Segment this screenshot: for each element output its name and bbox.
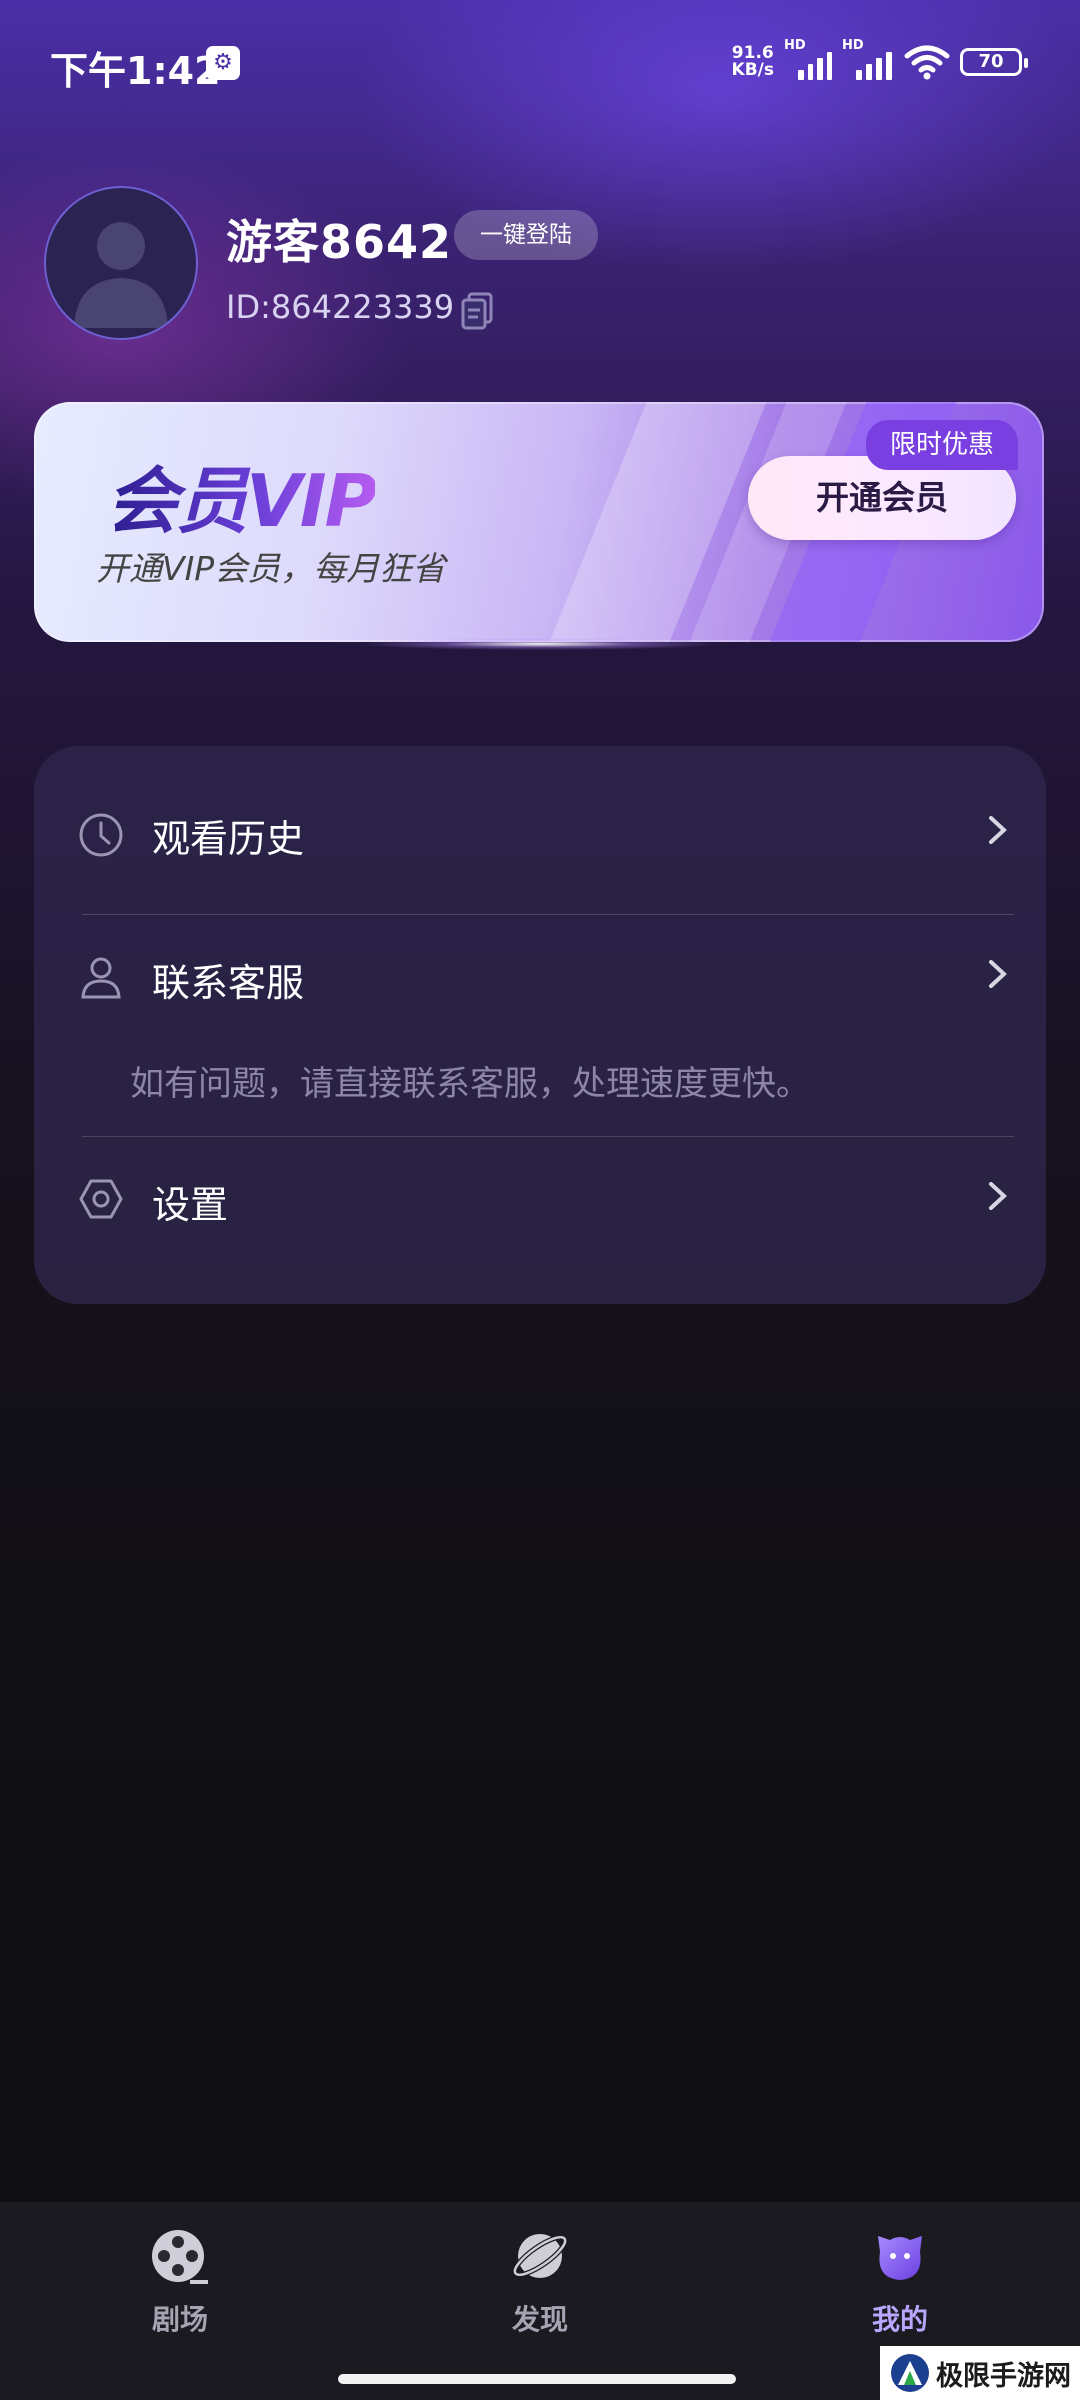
tab-discover[interactable]: 发现 [460,2226,620,2338]
tab-theater[interactable]: 剧场 [100,2226,260,2338]
watermark-logo-icon [891,2354,929,2392]
avatar[interactable] [44,186,198,340]
copy-icon[interactable] [460,290,498,330]
menu-card: 观看历史 联系客服 如有问题，请直接联系客服，处理速度更快。 设置 [34,746,1046,1304]
vip-subtitle: 开通VIP会员，每月狂省 [96,549,446,588]
tab-label: 发现 [511,2303,568,2336]
clock-icon [79,813,123,857]
signal-1-icon: HD [784,38,832,80]
battery-indicator: 70 [960,48,1028,76]
chevron-right-icon [989,960,1007,988]
menu-item-label: 联系客服 [152,961,305,1005]
planet-icon [512,2234,568,2278]
mascot-face-icon [878,2236,922,2280]
person-icon [81,957,121,999]
status-time: 下午1:42 [50,49,221,93]
hd-label-1: HD [784,38,806,53]
menu-item-watch-history[interactable]: 观看历史 [34,776,1046,896]
watermark-text: 极限手游网 [936,2360,1071,2392]
notification-app-icon: ⚙ [206,46,240,80]
default-avatar-icon [74,222,168,328]
home-indicator[interactable] [338,2374,736,2384]
chevron-right-icon [989,816,1007,844]
limited-offer-badge: 限时优惠 [866,420,1018,470]
watermark: 极限手游网 [880,2346,1080,2400]
hexagon-gear-icon [79,1179,123,1219]
film-reel-icon [152,2230,208,2284]
hd-label-2: HD [842,38,864,53]
card-glow [300,632,780,656]
username: 游客8642 [226,215,453,269]
one-click-login-button[interactable]: 一键登陆 [454,210,598,260]
vip-logo: 会员VIP [106,442,377,547]
network-speed-unit: KB/s [731,60,774,80]
contact-support-description: 如有问题，请直接联系客服，处理速度更快。 [130,1064,810,1104]
signal-2-icon: HD [842,38,894,80]
user-id: ID:864223339 [226,288,455,326]
network-speed: 91.6 KB/s [732,45,774,79]
chevron-right-icon [989,1182,1007,1210]
tab-label: 我的 [871,2303,928,2336]
status-indicators: 91.6 KB/s HD HD 70 [732,38,1028,80]
divider [82,1136,1014,1137]
wifi-icon [904,45,950,80]
menu-item-label: 观看历史 [152,817,305,861]
menu-item-label: 设置 [152,1183,229,1227]
divider [82,914,1014,915]
menu-item-settings[interactable]: 设置 [34,1142,1046,1262]
menu-item-contact-support[interactable]: 联系客服 [34,920,1046,1040]
tab-label: 剧场 [151,2303,208,2336]
status-bar: 下午1:42 ⚙ 91.6 KB/s HD HD 70 [0,0,1080,120]
tab-mine[interactable]: 我的 [820,2226,980,2338]
